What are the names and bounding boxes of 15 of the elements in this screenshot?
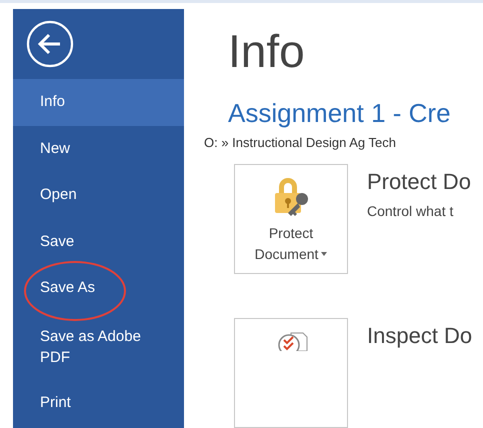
document-title: Assignment 1 - Cre (228, 97, 451, 129)
menu-item[interactable]: Info (13, 79, 184, 126)
menu-item[interactable]: Open (13, 172, 184, 218)
document-path: O: » Instructional Design Ag Tech (204, 135, 396, 150)
section-description: Control what t (367, 203, 454, 219)
back-icon[interactable] (26, 20, 74, 68)
section-heading: Protect Do (367, 169, 471, 195)
menu-item[interactable]: Save as Adobe PDF (13, 312, 184, 380)
menu-item[interactable]: Print (13, 380, 184, 426)
protect-document-button[interactable]: Protect Document (234, 164, 348, 274)
menu-item[interactable]: Save As (13, 265, 184, 312)
menu-item[interactable]: New (13, 126, 184, 172)
section-heading: Inspect Do (367, 323, 472, 349)
page-title: Info (228, 24, 305, 79)
menu-item[interactable]: Save (13, 218, 184, 265)
